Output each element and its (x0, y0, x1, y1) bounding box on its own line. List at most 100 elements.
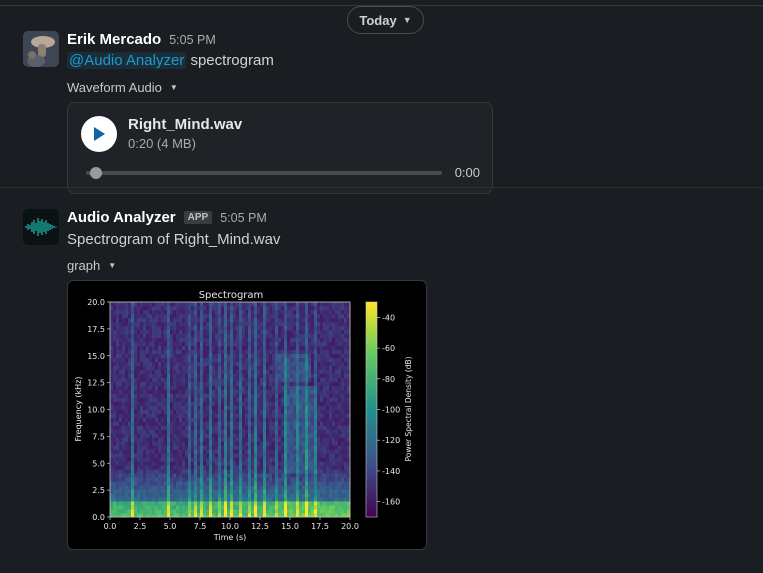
spectrogram-cell (299, 345, 303, 351)
spectrogram-cell (185, 473, 189, 478)
spectrogram-cell (203, 305, 207, 311)
spectrogram-cell (338, 501, 342, 506)
attachment-toggle-graph[interactable]: graph ▼ (67, 258, 116, 273)
spectrogram-cell (299, 369, 303, 374)
spectrogram-cell (275, 501, 279, 506)
spectrogram-cell (329, 333, 333, 339)
spectrogram-cell (293, 302, 297, 307)
spectrogram-cell (326, 333, 330, 339)
spectrogram-cell (293, 345, 297, 351)
spectrogram-cell (131, 417, 135, 422)
spectrogram-cell (236, 325, 240, 331)
spectrogram-cell (275, 481, 279, 486)
mention-link[interactable]: @Audio Analyzer (67, 52, 187, 69)
spectrogram-cell (299, 465, 303, 470)
spectrogram-cell (221, 377, 225, 382)
spectrogram-cell (146, 381, 150, 386)
spectrogram-cell (323, 445, 327, 450)
spectrogram-cell (299, 445, 303, 450)
spectrogram-cell (125, 333, 129, 339)
spectrogram-cell (254, 365, 258, 370)
spectrogram-cell (344, 345, 348, 351)
spectrogram-cell (308, 369, 312, 374)
spectrogram-cell (185, 373, 189, 378)
spectrogram-cell (257, 473, 261, 478)
spectrogram-cell (293, 337, 297, 343)
spectrogram-cell (311, 473, 315, 478)
spectrogram-cell (290, 373, 294, 378)
spectrogram-cell (287, 453, 291, 458)
spectrogram-image-attachment[interactable]: Spectrogram 0.0 2.5 5.0 7.5 10.0 12.5 15.0 17.5… (67, 280, 427, 550)
spectrogram-cell (179, 505, 183, 510)
spectrogram-cell (215, 449, 219, 454)
spectrogram-cell (164, 481, 168, 486)
spectrogram-cell (302, 485, 306, 490)
audio-file-name[interactable]: Right_Mind.wav (128, 116, 242, 133)
spectrogram-cell (314, 397, 318, 402)
spectrogram-cell (290, 501, 294, 506)
spectrogram-cell (236, 305, 240, 311)
spectrogram-cell (158, 465, 162, 470)
spectrogram-cell (191, 385, 195, 390)
spectrogram-cell (119, 461, 123, 466)
spectrogram-cell (323, 317, 327, 323)
attachment-toggle-waveform-audio[interactable]: Waveform Audio ▼ (67, 80, 178, 95)
spectrogram-cell (197, 341, 201, 347)
spectrogram-cell (275, 453, 279, 458)
spectrogram-cell (245, 333, 249, 339)
sender-name[interactable]: Erik Mercado (67, 31, 161, 48)
spectrogram-cell (260, 509, 264, 514)
spectrogram-cell (278, 341, 282, 347)
spectrogram-cell (125, 457, 129, 462)
spectrogram-cell (170, 369, 174, 374)
spectrogram-cell (224, 481, 228, 486)
spectrogram-cell (281, 329, 285, 335)
spectrogram-cell (197, 433, 201, 438)
spectrogram-cell (173, 465, 177, 470)
spectrogram-cell (302, 457, 306, 462)
spectrogram-cell (164, 441, 168, 446)
sender-name[interactable]: Audio Analyzer (67, 209, 176, 226)
date-divider-today-button[interactable]: Today ▼ (347, 6, 424, 34)
spectrogram-cell (290, 389, 294, 394)
spectrogram-cell (227, 381, 231, 386)
spectrogram-cell (335, 437, 339, 442)
spectrogram-cell (206, 445, 210, 450)
spectrogram-cell (122, 441, 126, 446)
spectrogram-cell (254, 321, 258, 327)
spectrogram-cell (173, 425, 177, 430)
spectrogram-cell (215, 425, 219, 430)
spectrogram-cell (212, 393, 216, 398)
spectrogram-cell (335, 333, 339, 339)
spectrogram-cell (206, 309, 210, 315)
message-timestamp[interactable]: 5:05 PM (220, 211, 267, 225)
spectrogram-cell (164, 381, 168, 386)
spectrogram-cell (176, 481, 180, 486)
spectrogram-cell (326, 337, 330, 343)
spectrogram-cell (224, 465, 228, 470)
avatar-audio-analyzer[interactable] (23, 209, 59, 245)
spectrogram-cell (326, 329, 330, 335)
avatar-erik-mercado[interactable] (23, 31, 59, 67)
audio-scrubber-handle[interactable] (90, 167, 102, 179)
spectrogram-cell (221, 429, 225, 434)
play-button[interactable] (81, 116, 117, 152)
spectrogram-cell (167, 333, 171, 339)
spectrogram-cell (179, 321, 183, 327)
message-timestamp[interactable]: 5:05 PM (169, 33, 216, 47)
spectrogram-cell (143, 413, 147, 418)
spectrogram-cell (296, 401, 300, 406)
spectrogram-cell (239, 445, 243, 450)
spectrogram-cell (329, 309, 333, 315)
spectrogram-cell (116, 389, 120, 394)
spectrogram-cell (176, 353, 180, 359)
spectrogram-cell (209, 461, 213, 466)
spectrogram-cell (299, 357, 303, 363)
audio-progress-track[interactable] (86, 171, 442, 175)
spectrogram-cell (230, 509, 234, 514)
spectrogram-cell (164, 429, 168, 434)
spectrogram-cell (263, 413, 267, 418)
spectrogram-cell (137, 445, 141, 450)
spectrogram-cell (212, 493, 216, 498)
spectrogram-cell (170, 365, 174, 370)
